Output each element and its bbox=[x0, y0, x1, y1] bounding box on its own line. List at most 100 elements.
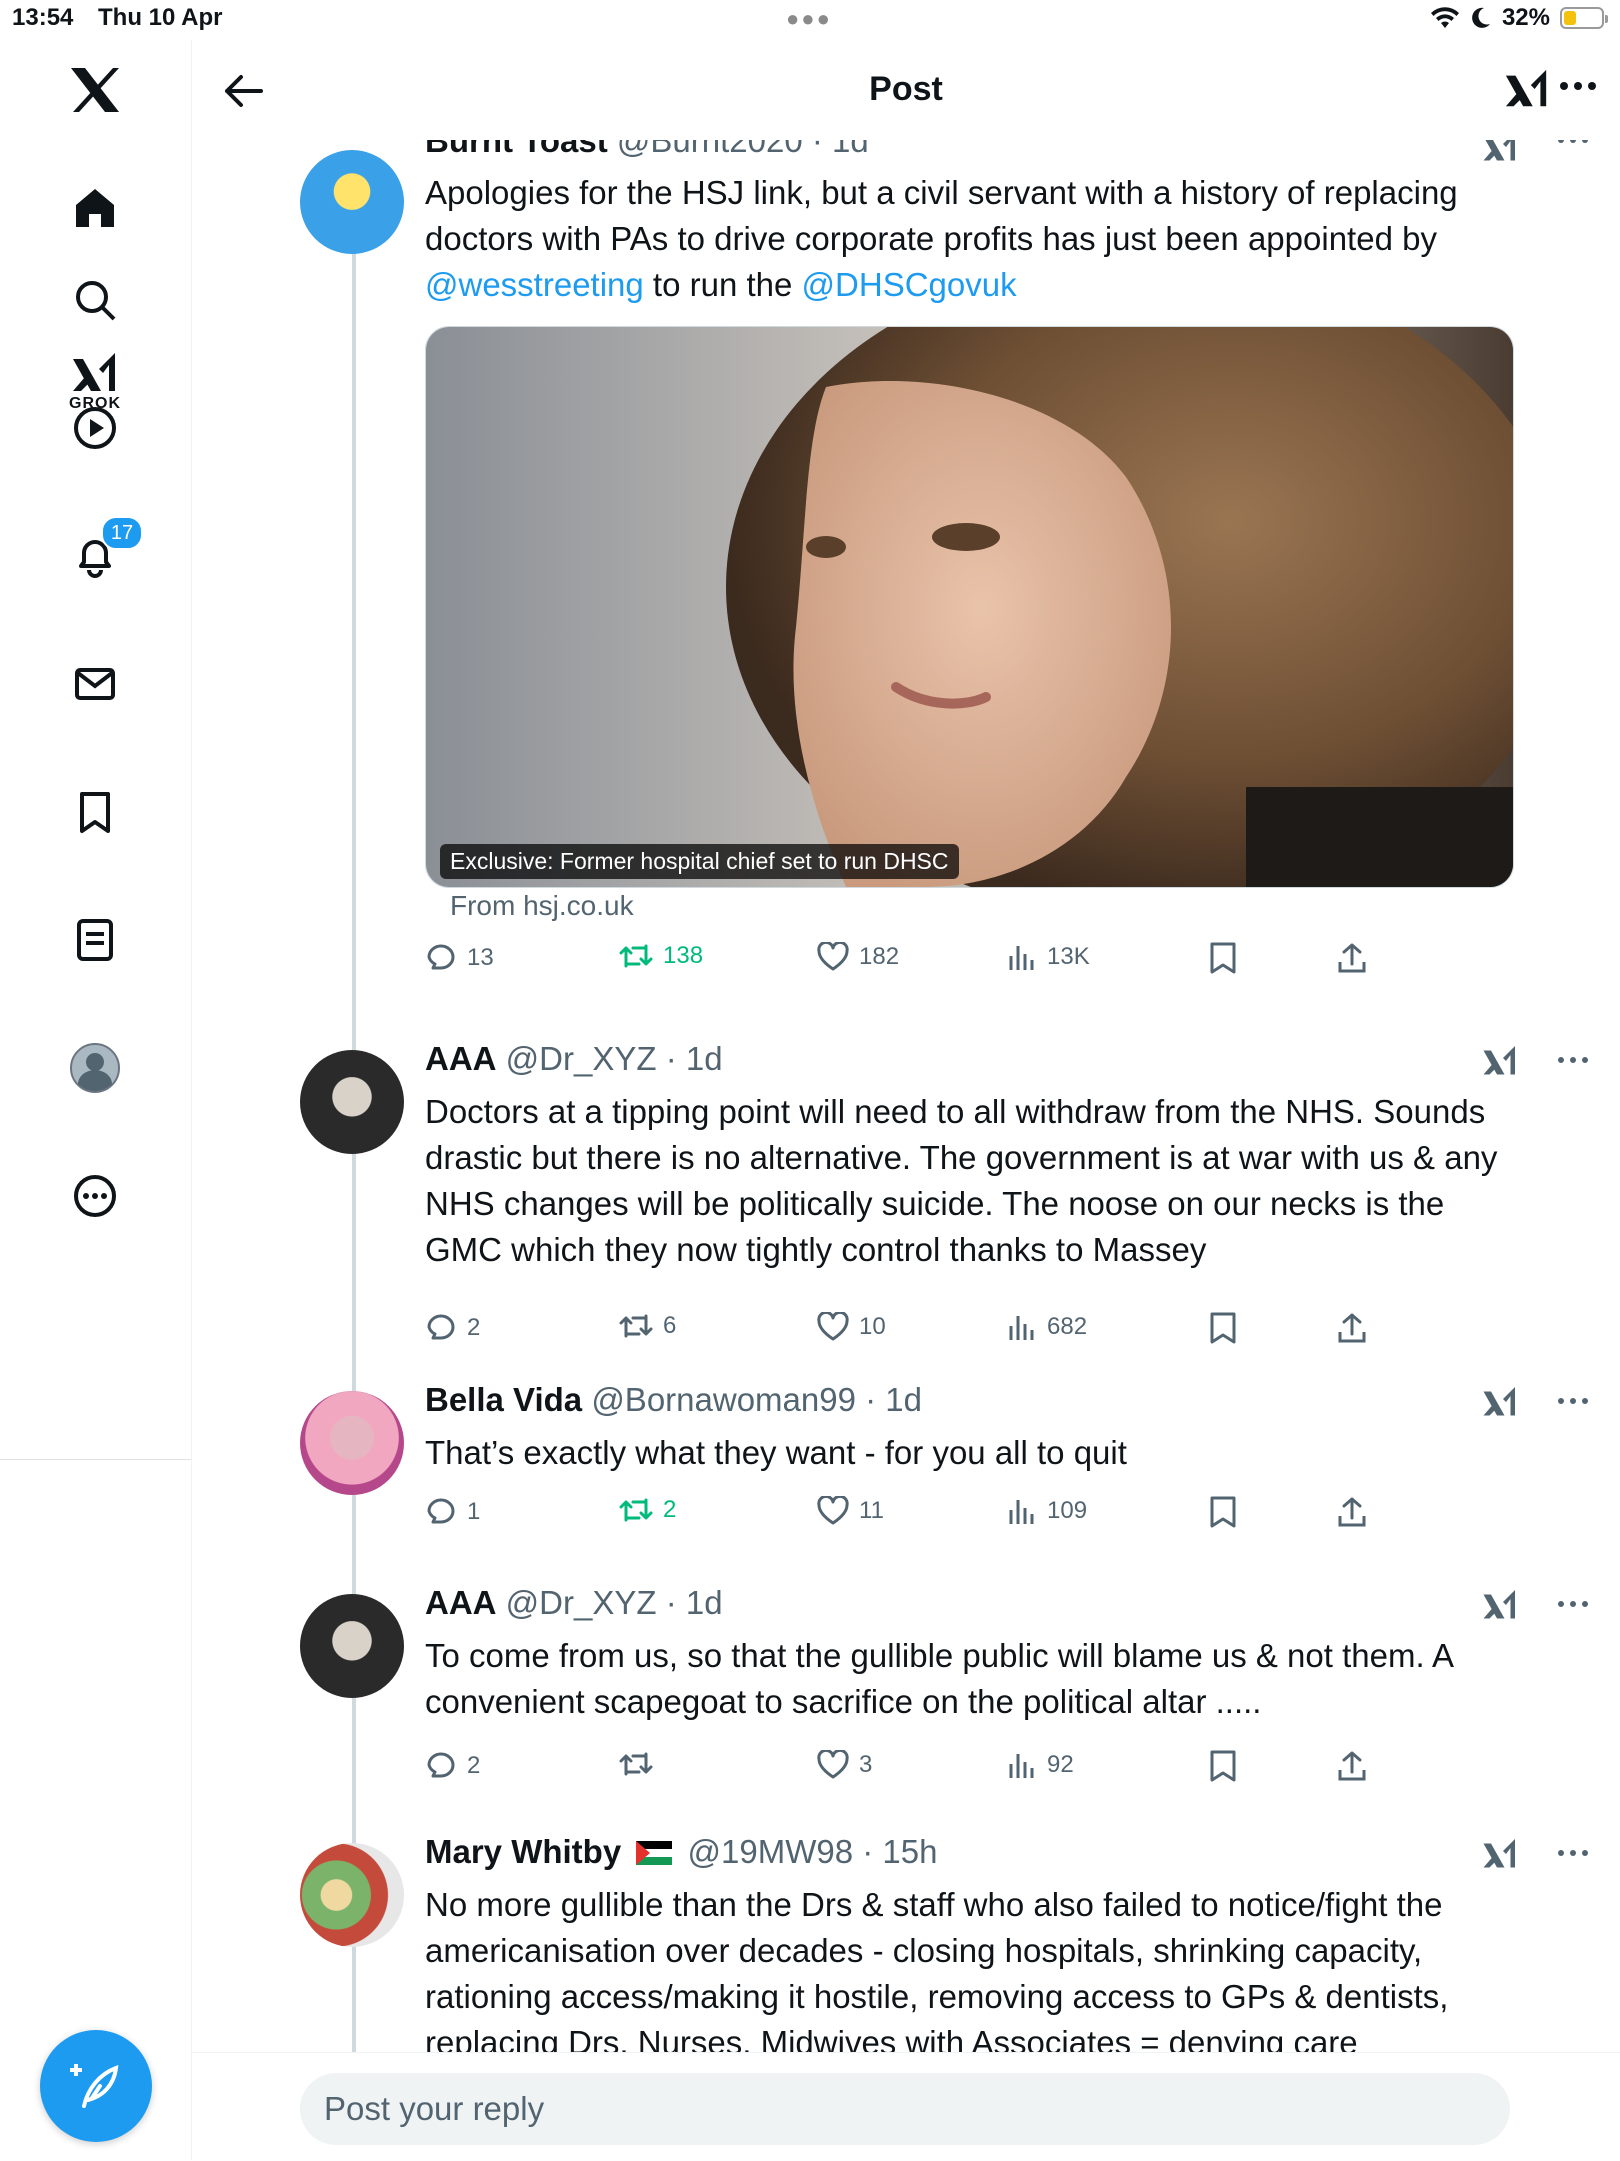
like-button[interactable]: 11 bbox=[817, 1496, 884, 1526]
view-count: 92 bbox=[1047, 1751, 1074, 1778]
repost-button[interactable]: 6 bbox=[619, 1312, 676, 1340]
more-horizontal-icon[interactable] bbox=[1556, 1843, 1590, 1868]
link-card-title[interactable]: Exclusive: Former hospital chief set to … bbox=[440, 844, 959, 879]
reply-button[interactable]: 2 bbox=[425, 1312, 480, 1344]
messages-icon[interactable] bbox=[55, 644, 135, 724]
author-handle[interactable]: @19MW98 bbox=[688, 1833, 854, 1870]
bookmark-button[interactable] bbox=[1209, 1750, 1237, 1782]
tweet-text: Doctors at a tipping point will need to … bbox=[425, 1093, 1498, 1268]
tweet[interactable]: Mary Whitby @19MW98 · 15h No more gullib… bbox=[192, 1833, 1620, 2052]
tweet-time: · 1d bbox=[811, 140, 869, 159]
author-handle[interactable]: @Bornawoman99 bbox=[591, 1381, 856, 1418]
profile-avatar-icon[interactable] bbox=[55, 1028, 135, 1108]
lists-icon[interactable] bbox=[55, 900, 135, 980]
multitasking-dots-icon[interactable]: ●●● bbox=[786, 6, 832, 32]
video-icon[interactable] bbox=[55, 388, 135, 468]
share-button[interactable] bbox=[1337, 1750, 1367, 1782]
avatar[interactable] bbox=[300, 1594, 404, 1698]
tweet-actions: 1 2 11 109 bbox=[425, 1496, 1425, 1536]
more-options-icon[interactable] bbox=[55, 1156, 135, 1236]
views-button[interactable]: 109 bbox=[1007, 1496, 1087, 1526]
link-card-image[interactable]: Exclusive: Former hospital chief set to … bbox=[425, 326, 1514, 888]
post-header: Post bbox=[192, 40, 1620, 140]
avatar[interactable] bbox=[300, 1843, 404, 1947]
search-icon[interactable] bbox=[55, 260, 135, 340]
author-name[interactable]: AAA bbox=[425, 1584, 497, 1621]
reply-button[interactable]: 1 bbox=[425, 1496, 480, 1528]
reply-button[interactable]: 2 bbox=[425, 1750, 480, 1782]
author-name[interactable]: Mary Whitby bbox=[425, 1833, 621, 1870]
like-button[interactable]: 182 bbox=[817, 942, 899, 972]
mention-link[interactable]: @wesstreeting bbox=[425, 266, 644, 303]
grok-icon[interactable] bbox=[1482, 1837, 1518, 1876]
conversation-timeline[interactable]: Burnt Toast @Burnt2020 · 1d Apologies fo… bbox=[192, 140, 1620, 2052]
bookmark-button[interactable] bbox=[1209, 942, 1237, 974]
tweet-time: · 1d bbox=[665, 1584, 723, 1621]
grok-icon[interactable] bbox=[1482, 1044, 1518, 1083]
grok-icon[interactable] bbox=[1504, 66, 1550, 117]
tweet[interactable]: Bella Vida @Bornawoman99 · 1d That’s exa… bbox=[192, 1381, 1620, 1581]
like-count: 10 bbox=[859, 1313, 886, 1340]
reply-input[interactable]: Post your reply bbox=[300, 2073, 1510, 2145]
repost-button[interactable]: 2 bbox=[619, 1496, 676, 1524]
views-button[interactable]: 682 bbox=[1007, 1312, 1087, 1342]
repost-button[interactable] bbox=[619, 1750, 663, 1778]
author-name[interactable]: Burnt Toast bbox=[425, 140, 608, 159]
views-icon bbox=[1009, 1754, 1034, 1778]
avatar[interactable] bbox=[300, 1050, 404, 1154]
status-bar: 13:54 Thu 10 Apr ●●● 32% bbox=[0, 0, 1620, 40]
views-button[interactable]: 13K bbox=[1007, 942, 1090, 972]
view-count: 682 bbox=[1047, 1313, 1088, 1340]
mention-link[interactable]: @DHSCgovuk bbox=[802, 266, 1017, 303]
bookmark-icon bbox=[1210, 1496, 1236, 1528]
more-horizontal-icon[interactable] bbox=[1556, 1594, 1590, 1619]
share-icon bbox=[1338, 943, 1366, 973]
tweet-text: No more gullible than the Drs & staff wh… bbox=[425, 1886, 1449, 2052]
share-button[interactable] bbox=[1337, 942, 1367, 974]
tweet[interactable]: AAA @Dr_XYZ · 1d Doctors at a tipping po… bbox=[192, 1040, 1620, 1380]
more-horizontal-icon[interactable] bbox=[1556, 1050, 1590, 1075]
grok-icon[interactable] bbox=[1482, 1588, 1518, 1627]
tweet[interactable]: AAA @Dr_XYZ · 1d To come from us, so tha… bbox=[192, 1584, 1620, 1834]
more-horizontal-icon[interactable] bbox=[1556, 140, 1590, 155]
repost-button[interactable]: 138 bbox=[619, 942, 703, 970]
home-icon[interactable] bbox=[55, 168, 135, 248]
avatar[interactable] bbox=[300, 1391, 404, 1495]
author-name[interactable]: Bella Vida bbox=[425, 1381, 582, 1418]
author-handle[interactable]: @Burnt2020 bbox=[617, 140, 803, 159]
share-button[interactable] bbox=[1337, 1496, 1367, 1528]
bookmarks-icon[interactable] bbox=[55, 772, 135, 852]
tweet[interactable]: Burnt Toast @Burnt2020 · 1d Apologies fo… bbox=[192, 140, 1620, 1010]
author-name[interactable]: AAA bbox=[425, 1040, 497, 1077]
page-title: Post bbox=[869, 70, 943, 108]
notifications-badge: 17 bbox=[101, 516, 143, 550]
author-handle[interactable]: @Dr_XYZ bbox=[506, 1584, 657, 1621]
grok-icon[interactable] bbox=[1482, 140, 1518, 169]
link-source[interactable]: From hsj.co.uk bbox=[450, 890, 634, 922]
tweet-time: · 1d bbox=[865, 1381, 923, 1418]
notifications-icon[interactable]: 17 bbox=[55, 516, 143, 596]
x-logo-icon[interactable] bbox=[55, 50, 135, 130]
sidebar-divider bbox=[0, 1459, 191, 1460]
heart-icon bbox=[817, 1496, 849, 1525]
bookmark-icon bbox=[1210, 942, 1236, 974]
like-button[interactable]: 3 bbox=[817, 1750, 872, 1780]
view-count: 109 bbox=[1047, 1497, 1088, 1524]
repost-icon bbox=[619, 1498, 653, 1522]
repost-icon bbox=[619, 944, 653, 968]
compose-button[interactable] bbox=[40, 2030, 152, 2142]
tweet-text-part: Apologies for the HSJ link, but a civil … bbox=[425, 174, 1458, 257]
bookmark-button[interactable] bbox=[1209, 1312, 1237, 1344]
author-handle[interactable]: @Dr_XYZ bbox=[506, 1040, 657, 1077]
grok-icon[interactable] bbox=[1482, 1385, 1518, 1424]
tweet-text: To come from us, so that the gullible pu… bbox=[425, 1637, 1453, 1720]
bookmark-icon bbox=[1210, 1750, 1236, 1782]
views-button[interactable]: 92 bbox=[1007, 1750, 1074, 1780]
bookmark-button[interactable] bbox=[1209, 1496, 1237, 1528]
share-button[interactable] bbox=[1337, 1312, 1367, 1344]
like-button[interactable]: 10 bbox=[817, 1312, 886, 1342]
reply-button[interactable]: 13 bbox=[425, 942, 494, 974]
avatar[interactable] bbox=[300, 150, 404, 254]
more-horizontal-icon[interactable] bbox=[1556, 1391, 1590, 1416]
more-horizontal-icon[interactable] bbox=[1556, 66, 1600, 111]
